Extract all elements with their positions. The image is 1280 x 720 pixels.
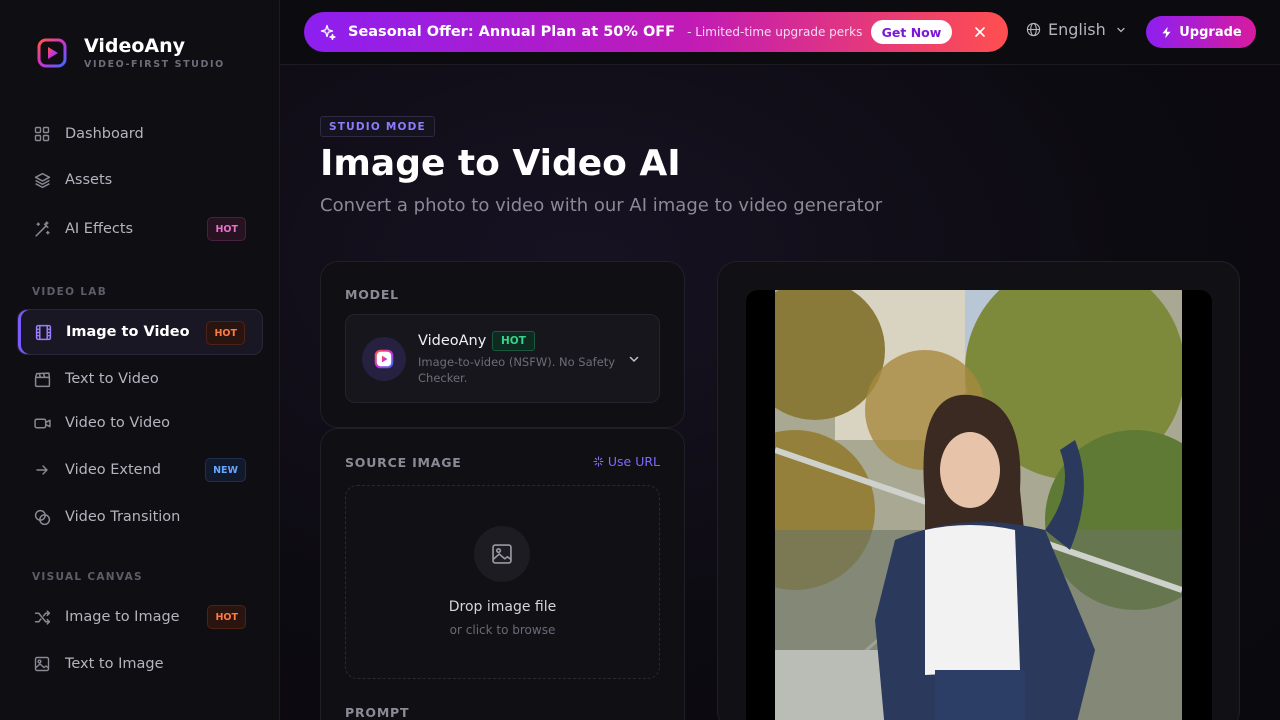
top-bar: Seasonal Offer: Annual Plan at 50% OFF -… — [280, 0, 1280, 65]
dropzone-title: Drop image file — [448, 599, 557, 615]
page-subtitle: Convert a photo to video with our AI ima… — [320, 195, 883, 216]
sidebar-item-label: Image to Video — [66, 324, 190, 340]
sidebar-item-label: Image to Image — [65, 609, 180, 625]
new-badge: NEW — [205, 458, 246, 482]
promo-subtitle: - Limited-time upgrade perks — [687, 25, 863, 39]
dropzone-subtitle: or click to browse — [449, 623, 556, 637]
sidebar-item-label: AI Effects — [65, 221, 134, 237]
chevron-down-icon — [1117, 27, 1125, 32]
video-camera-icon — [33, 414, 51, 432]
preview-frame — [746, 290, 1212, 720]
section-label-video-lab: VIDEO LAB — [32, 286, 108, 298]
sidebar-item-label: Video to Video — [65, 415, 171, 431]
clapperboard-icon — [33, 370, 51, 388]
sidebar-item-label: Text to Image — [65, 656, 164, 672]
videoany-logo-icon — [374, 349, 394, 369]
main-content: STUDIO MODE Image to Video AI Convert a … — [280, 65, 1280, 720]
model-name: VideoAny — [418, 333, 487, 349]
arrow-right-icon — [33, 461, 51, 479]
promo-title: Seasonal Offer: Annual Plan at 50% OFF — [348, 24, 676, 40]
sidebar: VideoAny VIDEO-FIRST STUDIO Dashboard As… — [0, 0, 280, 720]
image-upload-icon — [474, 526, 530, 582]
layers-icon — [33, 171, 51, 189]
model-avatar — [362, 337, 406, 381]
magic-wand-icon — [33, 220, 51, 238]
sidebar-item-text-to-image[interactable]: Text to Image — [17, 641, 263, 687]
sidebar-item-image-to-image[interactable]: Image to Image HOT — [17, 594, 263, 640]
lightning-icon — [1162, 26, 1171, 38]
sidebar-item-dashboard[interactable]: Dashboard — [17, 111, 263, 157]
globe-icon — [1026, 22, 1041, 37]
preview-image — [775, 290, 1182, 720]
promo-banner[interactable]: Seasonal Offer: Annual Plan at 50% OFF -… — [304, 12, 1008, 52]
sidebar-item-image-to-video[interactable]: Image to Video HOT — [17, 309, 263, 355]
language-label: English — [1048, 20, 1106, 39]
sidebar-item-assets[interactable]: Assets — [17, 157, 263, 203]
upgrade-button[interactable]: Upgrade — [1146, 16, 1256, 48]
sidebar-item-video-to-video[interactable]: Video to Video — [17, 400, 263, 446]
brand[interactable]: VideoAny VIDEO-FIRST STUDIO — [36, 36, 225, 70]
model-selector[interactable]: VideoAny HOT Image-to-video (NSFW). No S… — [345, 314, 660, 403]
brand-tagline: VIDEO-FIRST STUDIO — [84, 59, 225, 70]
language-selector[interactable]: English — [1026, 20, 1126, 39]
sidebar-item-label: Video Transition — [65, 509, 181, 525]
sidebar-item-label: Assets — [65, 172, 113, 188]
model-description: Image-to-video (NSFW). No Safety Checker… — [418, 355, 616, 385]
sidebar-item-label: Text to Video — [65, 371, 159, 387]
film-icon — [34, 323, 52, 341]
grid-icon — [33, 125, 51, 143]
image-dropzone[interactable]: Drop image file or click to browse — [345, 485, 660, 679]
sidebar-item-video-transition[interactable]: Video Transition — [17, 494, 263, 540]
hot-badge: HOT — [207, 605, 246, 629]
brand-name: VideoAny — [84, 35, 186, 57]
use-url-link[interactable]: Use URL — [593, 454, 660, 469]
shuffle-icon — [33, 608, 51, 626]
page-title: Image to Video AI — [320, 143, 681, 184]
get-now-button[interactable]: Get Now — [871, 20, 952, 44]
sidebar-item-text-to-video[interactable]: Text to Video — [17, 356, 263, 402]
section-label-visual-canvas: VISUAL CANVAS — [32, 571, 143, 583]
close-icon[interactable] — [972, 24, 988, 40]
overlap-circles-icon — [33, 508, 51, 526]
sparkle-icon — [320, 24, 336, 40]
chevron-down-icon — [629, 356, 639, 363]
hot-badge: HOT — [207, 217, 246, 241]
sidebar-item-label: Dashboard — [65, 126, 144, 142]
sparkle-icon — [593, 456, 604, 467]
hot-badge: HOT — [206, 321, 245, 345]
videoany-logo-icon — [37, 38, 67, 68]
sidebar-item-video-extend[interactable]: Video Extend NEW — [17, 447, 263, 493]
prompt-label: PROMPT — [345, 705, 410, 720]
model-label: MODEL — [345, 287, 399, 302]
studio-mode-chip: STUDIO MODE — [320, 116, 435, 137]
model-hot-badge: HOT — [492, 331, 535, 351]
sidebar-item-label: Video Extend — [65, 462, 161, 478]
source-image-card: SOURCE IMAGE Use URL Drop image file or … — [320, 428, 685, 720]
use-url-label: Use URL — [607, 454, 660, 469]
model-card: MODEL VideoAny HOT Image-to-video (NSFW)… — [320, 261, 685, 428]
preview-panel — [717, 261, 1240, 720]
sidebar-item-ai-effects[interactable]: AI Effects HOT — [17, 206, 263, 252]
image-icon — [33, 655, 51, 673]
upgrade-label: Upgrade — [1179, 24, 1242, 40]
source-image-label: SOURCE IMAGE — [345, 455, 462, 470]
